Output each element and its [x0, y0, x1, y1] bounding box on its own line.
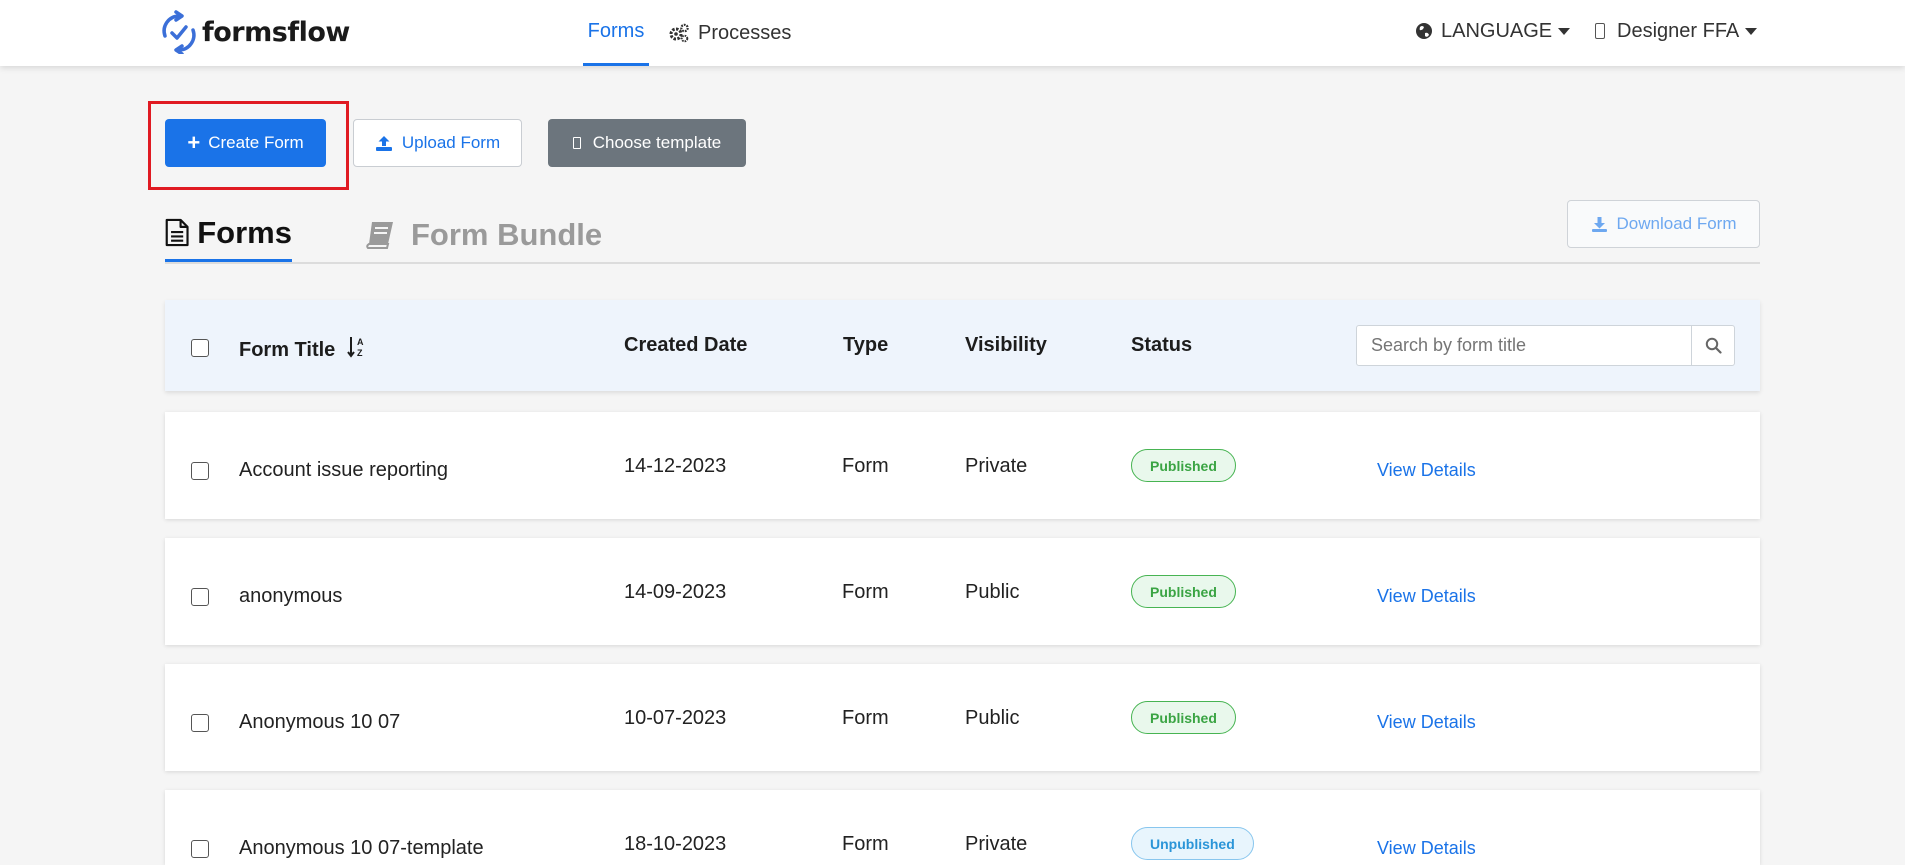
row-checkbox[interactable]	[191, 462, 209, 480]
column-header-status: Status	[1131, 334, 1193, 356]
choose-template-label: Choose template	[592, 133, 722, 152]
template-icon	[572, 137, 581, 149]
status-badge: Published	[1131, 449, 1236, 482]
plus-icon: +	[187, 130, 201, 155]
download-icon	[1591, 216, 1607, 232]
row-checkbox[interactable]	[191, 588, 209, 606]
created-date: 10-07-2023	[624, 707, 727, 729]
user-dropdown[interactable]: Designer FFA	[1595, 0, 1758, 62]
status-badge: Published	[1131, 575, 1236, 608]
form-title: anonymous	[239, 585, 343, 607]
top-navbar: formsflow Forms Processes LANGUAGE Desig…	[0, 0, 1905, 66]
download-form-button[interactable]: Download Form	[1567, 200, 1760, 248]
create-form-button[interactable]: + Create Form	[165, 119, 326, 167]
globe-icon	[1416, 23, 1432, 39]
column-header-created: Created Date	[624, 334, 748, 356]
language-dropdown[interactable]: LANGUAGE	[1415, 0, 1571, 62]
form-title: Anonymous 10 07	[239, 711, 401, 733]
book-icon	[366, 221, 393, 249]
nav-processes-label: Processes	[698, 21, 792, 44]
row-checkbox[interactable]	[191, 840, 209, 858]
svg-text:Z: Z	[357, 348, 363, 358]
search-button[interactable]	[1691, 325, 1735, 366]
table-row	[165, 664, 1760, 771]
form-type: Form	[842, 833, 889, 855]
column-header-title-label: Form Title	[239, 339, 336, 361]
created-date: 18-10-2023	[624, 833, 727, 855]
form-visibility: Public	[965, 581, 1020, 603]
sort-alpha-icon: A Z	[347, 337, 364, 358]
view-details-link[interactable]: View Details	[1377, 460, 1476, 481]
upload-form-button[interactable]: Upload Form	[353, 119, 522, 167]
form-title: Account issue reporting	[239, 459, 449, 481]
select-all-checkbox[interactable]	[191, 339, 209, 357]
user-icon	[1595, 23, 1605, 39]
nav-forms[interactable]: Forms	[583, 0, 649, 66]
svg-text:A: A	[357, 337, 364, 347]
status-badge: Published	[1131, 701, 1236, 734]
chevron-down-icon	[1745, 27, 1758, 35]
search-icon	[1705, 337, 1722, 354]
user-name: Designer FFA	[1617, 19, 1740, 42]
formsflow-logo-icon	[162, 10, 196, 54]
form-type: Form	[842, 455, 889, 477]
column-header-title[interactable]: Form Title A Z	[239, 336, 365, 362]
download-form-label: Download Form	[1616, 214, 1737, 233]
tab-forms-label: Forms	[197, 214, 292, 250]
create-form-label: Create Form	[208, 133, 304, 152]
created-date: 14-09-2023	[624, 581, 727, 603]
upload-form-label: Upload Form	[401, 133, 501, 152]
upload-icon	[375, 135, 392, 151]
view-details-link[interactable]: View Details	[1377, 838, 1476, 859]
view-details-link[interactable]: View Details	[1377, 586, 1476, 607]
tab-forms[interactable]: Forms	[165, 206, 292, 263]
choose-template-button[interactable]: Choose template	[548, 119, 746, 167]
created-date: 14-12-2023	[624, 455, 727, 477]
chevron-down-icon	[1558, 27, 1571, 35]
table-row	[165, 538, 1760, 645]
document-icon	[165, 218, 189, 247]
column-header-visibility: Visibility	[965, 334, 1047, 356]
gears-icon	[669, 23, 689, 43]
search-input[interactable]	[1356, 325, 1692, 366]
tab-form-bundle[interactable]: Form Bundle	[365, 206, 602, 263]
form-visibility: Public	[965, 707, 1020, 729]
brand-name: formsflow	[202, 16, 350, 48]
status-badge: Unpublished	[1131, 827, 1254, 860]
form-type: Form	[842, 581, 889, 603]
tabs-divider	[165, 262, 1760, 264]
nav-processes[interactable]: Processes	[668, 0, 791, 66]
form-visibility: Private	[965, 833, 1028, 855]
formsflow-logo[interactable]: formsflow	[160, 10, 350, 54]
tab-form-bundle-label: Form Bundle	[411, 216, 603, 252]
column-header-type: Type	[843, 334, 889, 356]
view-details-link[interactable]: View Details	[1377, 712, 1476, 733]
form-type: Form	[842, 707, 889, 729]
row-checkbox[interactable]	[191, 714, 209, 732]
form-visibility: Private	[965, 455, 1028, 477]
form-title: Anonymous 10 07-template	[239, 837, 484, 859]
language-label: LANGUAGE	[1441, 19, 1553, 42]
